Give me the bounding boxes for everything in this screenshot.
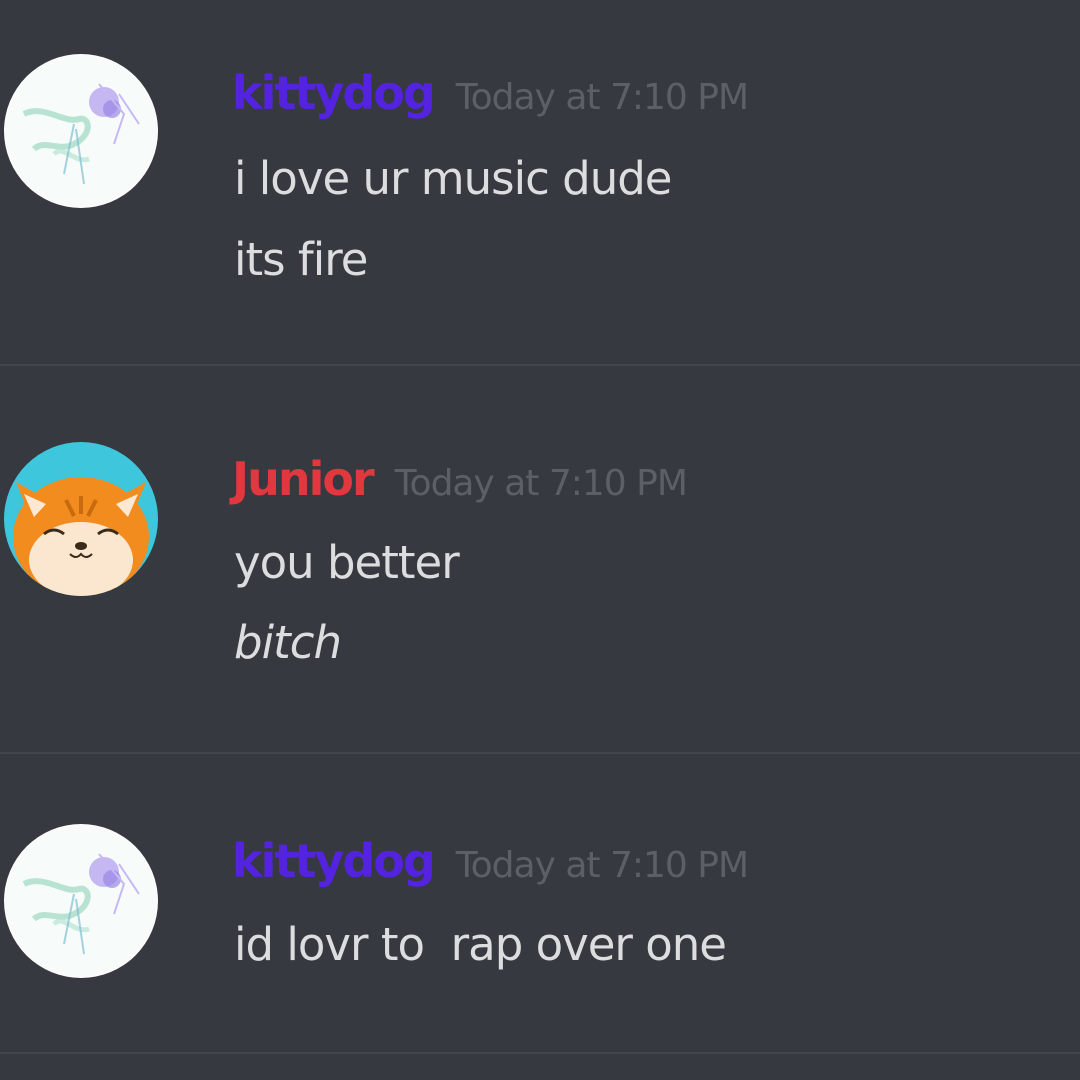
username[interactable]: kittydog <box>232 834 436 888</box>
avatar[interactable] <box>4 442 158 596</box>
message-header: kittydog Today at 7:10 PM <box>232 66 749 120</box>
message-text: you better <box>234 536 460 589</box>
avatar[interactable] <box>4 824 158 978</box>
message-list: kittydog Today at 7:10 PM i love ur musi… <box>0 0 1080 1080</box>
message-group: kittydog Today at 7:10 PM i love ur musi… <box>0 0 1080 360</box>
message-divider <box>0 1052 1080 1054</box>
message-text: id lovr to rap over one <box>234 918 727 971</box>
message-text: i love ur music dude <box>234 152 672 205</box>
username[interactable]: Junior <box>232 452 375 506</box>
avatar[interactable] <box>4 54 158 208</box>
timestamp[interactable]: Today at 7:10 PM <box>456 845 749 886</box>
message-text: bitch <box>234 616 342 669</box>
watercolor-flower-avatar-icon <box>4 824 158 978</box>
message-group: kittydog Today at 7:10 PM id lovr to rap… <box>0 754 1080 1054</box>
message-header: kittydog Today at 7:10 PM <box>232 834 749 888</box>
username[interactable]: kittydog <box>232 66 436 120</box>
message-group: Junior Today at 7:10 PM you better bitch <box>0 366 1080 752</box>
message-text: its fire <box>234 233 368 286</box>
timestamp[interactable]: Today at 7:10 PM <box>456 77 749 118</box>
orange-cat-avatar-icon <box>4 442 158 596</box>
message-header: Junior Today at 7:10 PM <box>232 452 688 506</box>
timestamp[interactable]: Today at 7:10 PM <box>395 463 688 504</box>
watercolor-flower-avatar-icon <box>4 54 158 208</box>
